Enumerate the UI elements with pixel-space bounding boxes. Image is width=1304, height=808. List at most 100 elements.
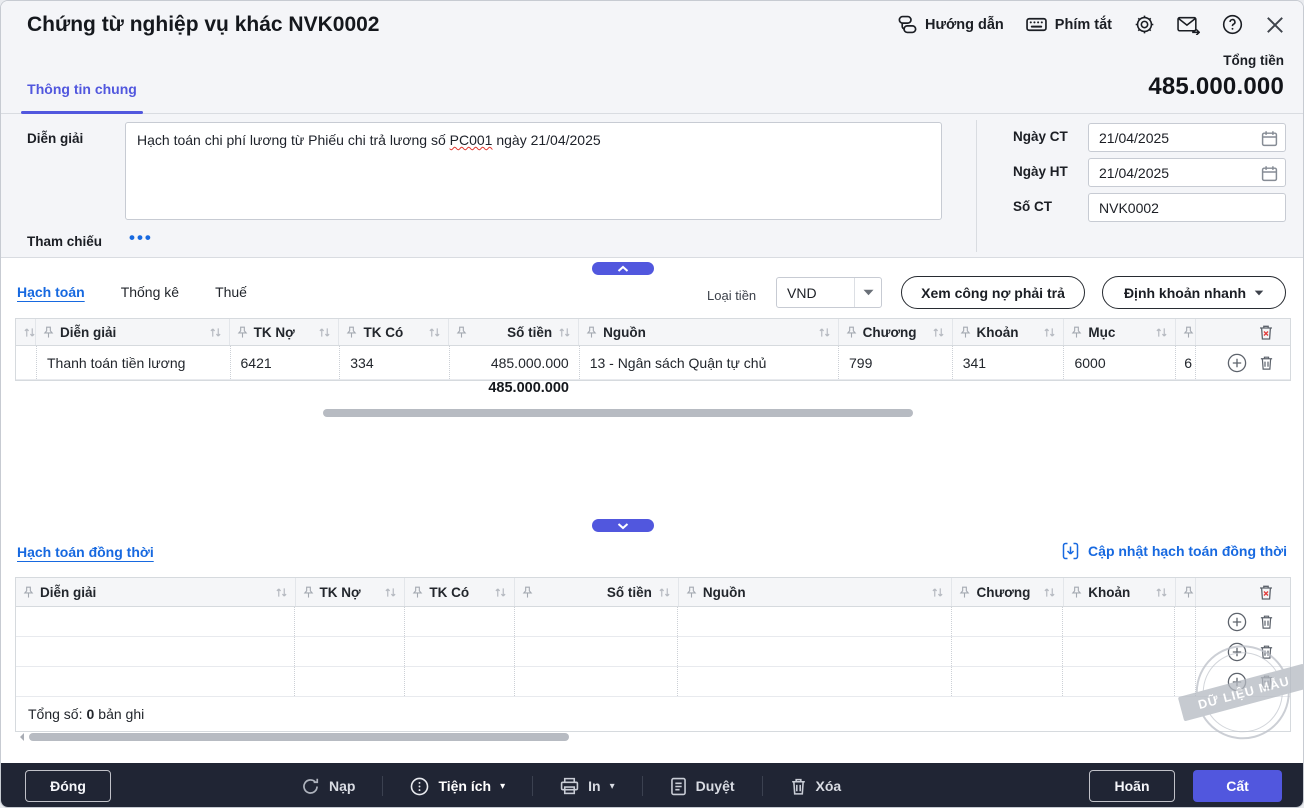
col-dien-giai[interactable]: Diễn giải [16, 578, 296, 606]
delete-all-rows-icon[interactable] [1258, 324, 1274, 341]
clipped-column-header[interactable] [16, 319, 36, 345]
col-tk-co[interactable]: TK Có [339, 319, 450, 345]
cell-chuong[interactable]: 799 [839, 346, 953, 379]
delete-row-icon[interactable] [1259, 674, 1274, 690]
pin-icon[interactable] [1183, 326, 1194, 339]
sort-icon[interactable] [209, 327, 222, 338]
clipped-column-header[interactable] [1176, 319, 1197, 345]
sort-icon[interactable] [384, 587, 397, 598]
sort-icon[interactable] [1043, 587, 1056, 598]
tab-thong-ke[interactable]: Thống kê [121, 284, 179, 300]
collapse-section-button[interactable] [592, 519, 654, 532]
doc-no-input[interactable] [1089, 194, 1285, 221]
sort-icon[interactable] [932, 327, 945, 338]
tab-hach-toan[interactable]: Hạch toán [17, 284, 85, 300]
pin-icon[interactable] [959, 586, 970, 599]
horizontal-scrollbar[interactable] [29, 733, 569, 741]
sort-icon[interactable] [318, 327, 331, 338]
cell-dien-giai[interactable]: Thanh toán tiền lương [37, 346, 231, 379]
postpone-button[interactable]: Hoãn [1089, 770, 1175, 802]
sort-icon[interactable] [1155, 587, 1168, 598]
cell-clipped[interactable]: 6 [1176, 346, 1197, 379]
pin-icon[interactable] [586, 326, 597, 339]
cell-tk-no[interactable]: 6421 [231, 346, 341, 379]
pin-icon[interactable] [1071, 586, 1082, 599]
pin-icon[interactable] [456, 326, 467, 339]
post-date-input[interactable] [1089, 159, 1285, 186]
table-row-empty[interactable] [16, 607, 1290, 637]
pin-icon[interactable] [1183, 586, 1194, 599]
col-muc[interactable]: Mục [1064, 319, 1177, 345]
sort-icon[interactable] [658, 587, 671, 598]
delete-button[interactable]: Xóa [790, 777, 841, 796]
calendar-icon[interactable] [1261, 130, 1278, 147]
sort-icon[interactable] [558, 327, 571, 338]
col-khoan[interactable]: Khoản [953, 319, 1065, 345]
sort-icon[interactable] [428, 327, 441, 338]
delete-row-icon[interactable] [1259, 614, 1274, 630]
pin-icon[interactable] [846, 326, 857, 339]
sort-icon[interactable] [931, 587, 944, 598]
col-dien-giai[interactable]: Diễn giải [36, 319, 230, 345]
col-chuong[interactable]: Chương [952, 578, 1065, 606]
currency-select[interactable]: VND [776, 277, 882, 308]
description-textarea[interactable]: Hạch toán chi phí lương từ Phiếu chi trả… [125, 122, 942, 220]
cell-tk-co[interactable]: 334 [340, 346, 450, 379]
sort-icon[interactable] [1155, 327, 1168, 338]
cell-khoan[interactable]: 341 [953, 346, 1065, 379]
add-row-icon[interactable] [1227, 353, 1247, 373]
delete-row-icon[interactable] [1259, 644, 1274, 660]
calendar-icon[interactable] [1261, 165, 1278, 182]
approve-button[interactable]: Duyệt [670, 777, 735, 796]
sort-icon[interactable] [818, 327, 831, 338]
utilities-button[interactable]: Tiện ích ▾ [410, 777, 505, 796]
collapse-header-button[interactable] [592, 262, 654, 275]
guide-button[interactable]: Hướng dẫn [898, 15, 1004, 34]
tab-thue[interactable]: Thuế [215, 284, 247, 300]
col-tk-co[interactable]: TK Có [405, 578, 516, 606]
col-nguon[interactable]: Nguồn [579, 319, 839, 345]
table-row-empty[interactable] [16, 667, 1290, 697]
tab-general-info[interactable]: Thông tin chung [21, 81, 143, 97]
horizontal-scrollbar[interactable] [323, 409, 913, 417]
send-mail-button[interactable] [1177, 15, 1200, 35]
col-khoan[interactable]: Khoản [1064, 578, 1177, 606]
update-simultaneous-button[interactable]: Cập nhật hạch toán đồng thời [1062, 542, 1287, 560]
col-tk-no[interactable]: TK Nợ [230, 319, 340, 345]
settings-button[interactable] [1134, 14, 1155, 35]
cell-nguon[interactable]: 13 - Ngân sách Quận tự chủ [580, 346, 839, 379]
cell-so-tien[interactable]: 485.000.000 [450, 346, 580, 379]
doc-date-input[interactable] [1089, 124, 1285, 151]
col-tk-no[interactable]: TK Nợ [296, 578, 406, 606]
pin-icon[interactable] [303, 586, 314, 599]
add-row-icon[interactable] [1227, 672, 1247, 692]
col-chuong[interactable]: Chương [839, 319, 953, 345]
quick-entry-button[interactable]: Định khoản nhanh [1102, 276, 1286, 309]
cell-muc[interactable]: 6000 [1064, 346, 1177, 379]
delete-all-rows-icon[interactable] [1258, 584, 1274, 601]
shortcuts-button[interactable]: Phím tắt [1026, 16, 1112, 33]
pin-icon[interactable] [412, 586, 423, 599]
sort-icon[interactable] [494, 587, 507, 598]
sort-icon[interactable] [275, 587, 288, 598]
reload-button[interactable]: Nạp [301, 777, 355, 796]
simultaneous-accounting-link[interactable]: Hạch toán đồng thời [17, 544, 154, 560]
close-button[interactable]: Đóng [25, 770, 111, 802]
help-button[interactable] [1222, 14, 1243, 35]
close-window-button[interactable] [1265, 15, 1285, 35]
delete-row-icon[interactable] [1259, 355, 1274, 371]
pin-icon[interactable] [237, 326, 248, 339]
col-so-tien[interactable]: Số tiền [515, 578, 679, 606]
pin-icon[interactable] [960, 326, 971, 339]
add-row-icon[interactable] [1227, 642, 1247, 662]
view-payables-button[interactable]: Xem công nợ phải trả [901, 276, 1085, 309]
save-button[interactable]: Cất [1193, 770, 1282, 802]
clipped-column-header[interactable] [1176, 578, 1197, 606]
pin-icon[interactable] [346, 326, 357, 339]
pin-icon[interactable] [522, 586, 533, 599]
table-row-empty[interactable] [16, 637, 1290, 667]
sort-icon[interactable] [1043, 327, 1056, 338]
sort-icon[interactable] [23, 327, 35, 338]
table-row[interactable]: Thanh toán tiền lương 6421 334 485.000.0… [16, 346, 1290, 380]
pin-icon[interactable] [43, 326, 54, 339]
